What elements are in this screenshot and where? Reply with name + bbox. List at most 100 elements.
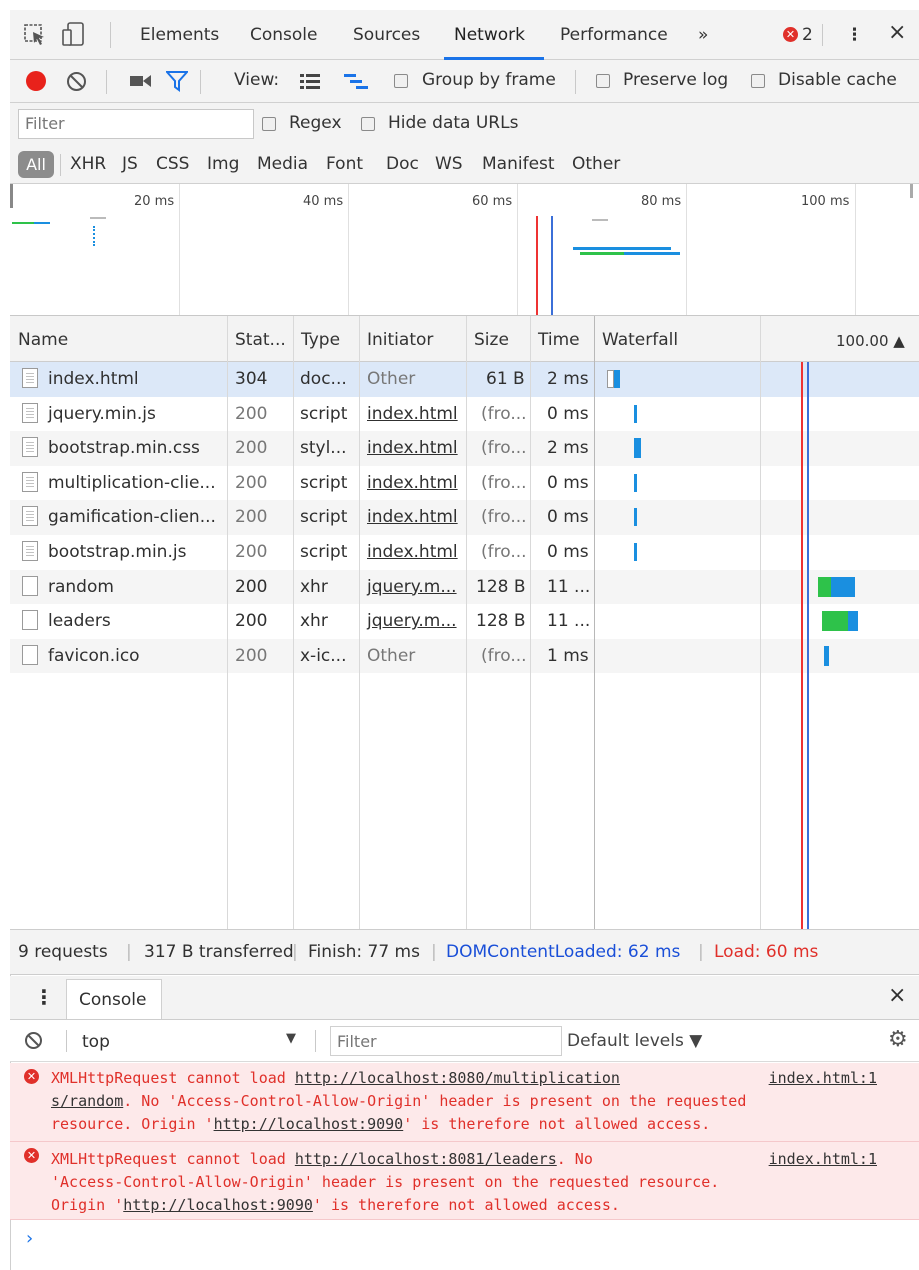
row-initiator[interactable]: jquery.m... <box>367 577 457 597</box>
column-divider[interactable] <box>227 316 228 929</box>
regex-checkbox[interactable] <box>262 117 276 131</box>
record-icon[interactable] <box>26 71 46 91</box>
waterfall-scale-label[interactable]: 100.00 ▲ <box>836 332 905 350</box>
url-link[interactable]: http://localhost:9090 <box>214 1115 404 1133</box>
overview-selection-handle[interactable] <box>10 184 13 208</box>
type-filter-manifest[interactable]: Manifest <box>482 154 555 174</box>
column-divider[interactable] <box>466 316 467 929</box>
inspect-element-icon[interactable] <box>24 24 48 46</box>
type-filter-other[interactable]: Other <box>572 154 620 174</box>
drawer-tab-console[interactable]: Console <box>66 979 162 1019</box>
context-selector[interactable]: top <box>82 1032 110 1052</box>
row-status: 200 <box>235 576 268 597</box>
table-row[interactable]: random 200 xhr jquery.m... 128 B 11 ... <box>10 569 919 605</box>
source-link[interactable]: index.html:1 <box>769 1150 877 1168</box>
column-header-waterfall[interactable]: Waterfall <box>602 330 678 350</box>
kebab-menu-icon[interactable]: ⋮ <box>846 25 863 45</box>
row-initiator[interactable]: index.html <box>367 404 458 424</box>
row-name[interactable]: leaders <box>48 611 111 631</box>
type-filter-css[interactable]: CSS <box>156 154 189 174</box>
tab-performance[interactable]: Performance <box>560 25 668 45</box>
disable-cache-checkbox[interactable] <box>751 74 765 88</box>
url-link[interactable]: http://localhost:8080/multiplication <box>295 1069 620 1087</box>
hide-data-urls-label[interactable]: Hide data URLs <box>388 113 518 133</box>
column-header-type[interactable]: Type <box>301 330 340 350</box>
clear-icon[interactable] <box>66 71 87 92</box>
column-header-initiator[interactable]: Initiator <box>367 330 433 350</box>
large-rows-icon[interactable] <box>300 72 320 90</box>
type-filter-img[interactable]: Img <box>207 154 239 174</box>
row-name[interactable]: gamification-clien... <box>48 507 216 527</box>
disable-cache-label[interactable]: Disable cache <box>778 70 897 90</box>
table-row[interactable]: index.html 304 doc... Other 61 B 2 ms <box>10 362 919 397</box>
type-filter-js[interactable]: JS <box>122 154 138 174</box>
type-filter-xhr[interactable]: XHR <box>70 154 106 174</box>
console-filter-input[interactable]: Filter <box>330 1026 562 1056</box>
column-header-time[interactable]: Time <box>538 330 580 350</box>
source-link[interactable]: index.html:1 <box>769 1069 877 1087</box>
overview-waterfall-icon[interactable] <box>344 72 368 90</box>
drawer-menu-icon[interactable]: ⋮ <box>34 985 54 1009</box>
row-initiator[interactable]: index.html <box>367 473 458 493</box>
row-name[interactable]: favicon.ico <box>48 646 140 666</box>
tab-elements[interactable]: Elements <box>140 25 219 45</box>
table-row[interactable]: leaders 200 xhr jquery.m... 128 B 11 ... <box>10 604 919 639</box>
close-devtools-button[interactable]: × <box>888 20 906 45</box>
device-toolbar-icon[interactable] <box>62 22 86 48</box>
filter-icon[interactable] <box>166 70 188 92</box>
more-tabs-button[interactable]: » <box>698 25 708 45</box>
row-name[interactable]: random <box>48 577 114 597</box>
capture-screenshots-icon[interactable] <box>130 74 152 88</box>
column-header-status[interactable]: Stat... <box>235 330 286 350</box>
tab-sources[interactable]: Sources <box>353 25 420 45</box>
table-row[interactable]: multiplication-clie... 200 script index.… <box>10 466 919 501</box>
preserve-log-checkbox[interactable] <box>596 74 610 88</box>
row-name[interactable]: jquery.min.js <box>48 404 156 424</box>
tab-console[interactable]: Console <box>250 25 318 45</box>
table-row[interactable]: bootstrap.min.js 200 script index.html (… <box>10 535 919 570</box>
gear-icon[interactable]: ⚙ <box>888 1027 908 1052</box>
regex-label[interactable]: Regex <box>289 113 342 133</box>
column-divider[interactable] <box>293 316 294 929</box>
column-divider[interactable] <box>530 316 531 929</box>
table-row[interactable]: jquery.min.js 200 script index.html (fro… <box>10 397 919 432</box>
row-initiator[interactable]: index.html <box>367 507 458 527</box>
type-filter-media[interactable]: Media <box>257 154 308 174</box>
type-filter-doc[interactable]: Doc <box>386 154 419 174</box>
error-count[interactable]: 2 <box>802 25 813 45</box>
error-icon[interactable]: ✕ <box>783 27 798 42</box>
row-name[interactable]: index.html <box>48 369 139 389</box>
type-filter-ws[interactable]: WS <box>435 154 463 174</box>
filter-input[interactable]: Filter <box>18 109 254 139</box>
network-overview[interactable]: 20 ms 40 ms 60 ms 80 ms 100 ms <box>10 184 919 316</box>
row-initiator[interactable]: index.html <box>367 438 458 458</box>
column-divider[interactable] <box>359 316 360 929</box>
column-divider[interactable] <box>594 316 595 929</box>
type-filter-font[interactable]: Font <box>326 154 363 174</box>
group-by-frame-checkbox[interactable] <box>394 74 408 88</box>
row-initiator[interactable]: index.html <box>367 542 458 562</box>
group-by-frame-label[interactable]: Group by frame <box>422 70 556 90</box>
row-initiator[interactable]: jquery.m... <box>367 611 457 631</box>
tab-network[interactable]: Network <box>454 25 525 45</box>
row-name[interactable]: multiplication-clie... <box>48 473 216 493</box>
table-row[interactable]: favicon.ico 200 x-ic... Other (fro... 1 … <box>10 638 919 674</box>
preserve-log-label[interactable]: Preserve log <box>623 70 728 90</box>
url-link[interactable]: http://localhost:9090 <box>123 1196 313 1214</box>
column-header-name[interactable]: Name <box>18 330 68 350</box>
clear-console-icon[interactable] <box>24 1031 43 1050</box>
overview-selection-handle[interactable] <box>910 184 913 198</box>
chevron-down-icon[interactable]: ▼ <box>286 1031 296 1046</box>
hide-data-urls-checkbox[interactable] <box>361 117 375 131</box>
table-row[interactable]: bootstrap.min.css 200 styl... index.html… <box>10 431 919 466</box>
close-drawer-button[interactable]: × <box>888 983 906 1008</box>
table-row[interactable]: gamification-clien... 200 script index.h… <box>10 500 919 535</box>
row-name[interactable]: bootstrap.min.css <box>48 438 200 458</box>
row-name[interactable]: bootstrap.min.js <box>48 542 186 562</box>
type-filter-all[interactable]: All <box>18 151 54 178</box>
url-link[interactable]: s/random <box>51 1092 123 1110</box>
column-header-size[interactable]: Size <box>474 330 509 350</box>
console-prompt[interactable]: › <box>26 1228 33 1249</box>
log-levels-dropdown[interactable]: Default levels ▼ <box>567 1031 702 1051</box>
url-link[interactable]: http://localhost:8081/leaders <box>295 1150 557 1168</box>
